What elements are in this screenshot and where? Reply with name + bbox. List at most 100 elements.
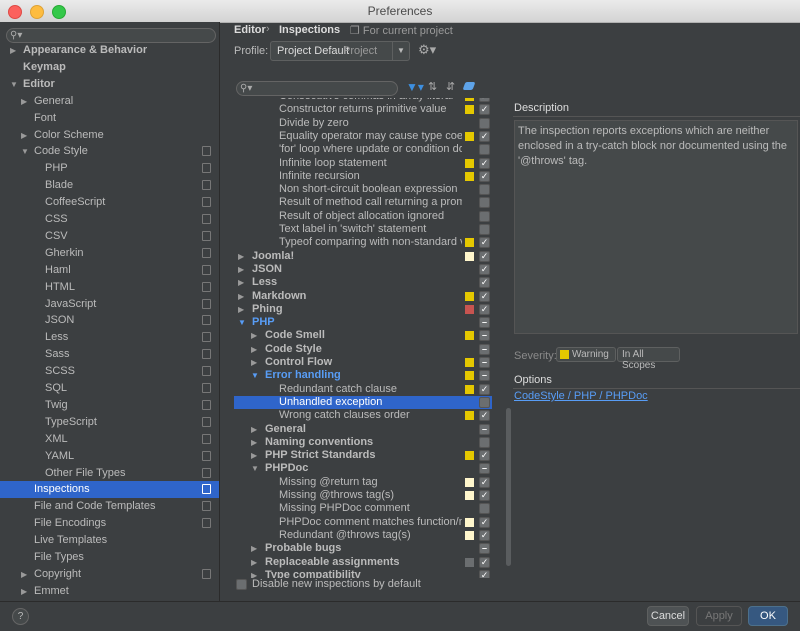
sidebar-item[interactable]: ▶ General (0, 93, 219, 110)
sidebar-item[interactable]: ▶ Appearance & Behavior (0, 42, 219, 59)
inspection-row[interactable]: Result of object allocation ignored (234, 210, 492, 223)
chevron-right-icon[interactable]: ▶ (21, 127, 27, 144)
sidebar-item[interactable]: Sass (0, 346, 219, 363)
chevron-right-icon[interactable]: ▶ (251, 436, 257, 449)
disable-new-inspections-checkbox[interactable] (236, 579, 247, 590)
inspection-row[interactable]: ▶ Markdown ✓ (234, 290, 492, 303)
sidebar-item[interactable]: XML (0, 431, 219, 448)
inspection-row[interactable]: PHPDoc comment matches function/method s… (234, 516, 492, 529)
inspection-enabled-checkbox[interactable] (479, 117, 490, 129)
sidebar-item[interactable]: Less (0, 329, 219, 346)
inspection-enabled-checkbox[interactable]: ✓ (479, 98, 490, 102)
reset-icon[interactable] (462, 82, 476, 90)
chevron-right-icon[interactable]: ▶ (10, 42, 16, 59)
inspection-enabled-checkbox[interactable]: ✓ (479, 290, 490, 302)
inspection-enabled-checkbox[interactable]: ✓ (479, 556, 490, 568)
inspection-enabled-checkbox[interactable]: ✓ (479, 277, 490, 289)
inspection-row[interactable]: ▶ Code Style – (234, 343, 492, 356)
apply-button[interactable]: Apply (696, 606, 742, 626)
inspection-enabled-checkbox[interactable]: – (479, 543, 490, 555)
inspection-row[interactable]: Result of method call returning a promis… (234, 196, 492, 209)
chevron-right-icon[interactable]: ▶ (251, 329, 257, 342)
inspection-enabled-checkbox[interactable]: ✓ (479, 490, 490, 501)
sidebar-item[interactable]: JSON (0, 312, 219, 329)
inspection-row[interactable]: ▶ Less ✓ (234, 276, 492, 289)
sidebar-item[interactable]: Twig (0, 397, 219, 414)
inspection-row[interactable]: ▶ JSON ✓ (234, 263, 492, 276)
inspection-enabled-checkbox[interactable]: ✓ (479, 170, 490, 182)
inspection-row[interactable]: ▶ Control Flow – (234, 356, 492, 369)
chevron-right-icon[interactable]: ▶ (238, 250, 244, 263)
chevron-right-icon[interactable]: ▶ (21, 583, 27, 600)
inspection-enabled-checkbox[interactable]: ✓ (479, 237, 490, 249)
chevron-right-icon[interactable]: ▶ (251, 449, 257, 462)
inspection-enabled-checkbox[interactable]: – (479, 317, 490, 329)
inspection-enabled-checkbox[interactable]: ✓ (479, 516, 490, 528)
sidebar-item[interactable]: Inspections (0, 481, 219, 499)
inspection-row[interactable]: ▶ PHP Strict Standards ✓ (234, 449, 492, 462)
cancel-button[interactable]: Cancel (647, 606, 689, 626)
inspection-row[interactable]: Missing @throws tag(s) ✓ (234, 489, 492, 502)
sidebar-item[interactable]: YAML (0, 448, 219, 465)
chevron-down-icon[interactable]: ▼ (251, 369, 259, 382)
breadcrumb-editor[interactable]: Editor (234, 24, 266, 36)
sidebar-item[interactable]: HTML (0, 279, 219, 296)
sidebar-item[interactable]: ▶ Color Scheme (0, 127, 219, 144)
inspection-row[interactable]: ▼ PHP – (234, 316, 492, 329)
inspection-enabled-checkbox[interactable] (479, 184, 490, 196)
sidebar-item[interactable]: File and Code Templates (0, 498, 219, 515)
sidebar-item[interactable]: PHP (0, 160, 219, 177)
inspection-enabled-checkbox[interactable]: ✓ (479, 157, 490, 169)
inspection-enabled-checkbox[interactable] (479, 144, 490, 156)
inspection-enabled-checkbox[interactable] (479, 503, 490, 515)
chevron-right-icon[interactable]: ▶ (238, 290, 244, 303)
sidebar-item[interactable]: SCSS (0, 363, 219, 380)
inspection-row[interactable]: ▶ Probable bugs – (234, 542, 492, 555)
chevron-down-icon[interactable]: ▼ (251, 462, 259, 475)
inspection-enabled-checkbox[interactable]: – (479, 330, 490, 342)
inspection-enabled-checkbox[interactable]: – (479, 370, 490, 382)
inspection-enabled-checkbox[interactable]: ✓ (479, 410, 490, 422)
inspection-enabled-checkbox[interactable] (479, 210, 490, 222)
inspection-row[interactable]: ▶ Type compatibility ✓ (234, 569, 492, 578)
inspection-enabled-checkbox[interactable] (479, 197, 490, 209)
scope-select[interactable]: In All Scopes (617, 347, 680, 371)
inspection-row[interactable]: ▶ Naming conventions (234, 436, 492, 449)
inspection-row[interactable]: Divide by zero (234, 117, 492, 130)
inspection-row[interactable]: ▼ PHPDoc – (234, 462, 492, 475)
chevron-right-icon[interactable]: ▶ (251, 569, 257, 578)
inspection-enabled-checkbox[interactable]: – (479, 423, 490, 435)
chevron-right-icon[interactable]: ▶ (238, 263, 244, 276)
sidebar-item[interactable]: Other File Types (0, 465, 219, 482)
inspection-enabled-checkbox[interactable]: ✓ (479, 104, 490, 116)
inspection-row[interactable]: ▶ Replaceable assignments ✓ (234, 556, 492, 569)
inspection-row[interactable]: Unhandled exception (234, 395, 492, 409)
collapse-all-icon[interactable]: ⇵ (446, 80, 455, 93)
sidebar-item[interactable]: File Types (0, 549, 219, 566)
inspection-enabled-checkbox[interactable]: – (479, 343, 490, 355)
inspection-row[interactable]: ▼ Error handling – (234, 369, 492, 382)
inspection-enabled-checkbox[interactable]: – (479, 357, 490, 368)
settings-search-input[interactable]: ⚲▾ (6, 28, 216, 43)
inspection-enabled-checkbox[interactable] (479, 396, 490, 408)
inspection-row[interactable]: Missing @return tag ✓ (234, 476, 492, 489)
inspection-search-input[interactable]: ⚲▾ (236, 81, 398, 96)
inspection-row[interactable]: Equality operator may cause type coercio… (234, 130, 492, 143)
inspection-row[interactable]: Non short-circuit boolean expression (234, 183, 492, 196)
chevron-right-icon[interactable]: ▶ (238, 303, 244, 316)
chevron-right-icon[interactable]: ▶ (251, 343, 257, 356)
inspection-row[interactable]: Redundant @throws tag(s) ✓ (234, 529, 492, 542)
inspection-row[interactable]: ▶ Code Smell – (234, 329, 492, 342)
inspection-enabled-checkbox[interactable]: ✓ (479, 303, 490, 315)
sidebar-item[interactable]: CSS (0, 211, 219, 228)
sidebar-item[interactable]: Font (0, 110, 219, 127)
scrollbar-thumb[interactable] (506, 408, 511, 566)
sidebar-item[interactable]: ▼ Code Style (0, 143, 219, 160)
sidebar-item[interactable]: ▶ Copyright (0, 566, 219, 583)
chevron-right-icon[interactable]: ▶ (251, 556, 257, 569)
inspection-row[interactable]: Missing PHPDoc comment (234, 502, 492, 515)
inspection-enabled-checkbox[interactable]: ✓ (479, 476, 490, 488)
inspection-row[interactable]: Infinite recursion ✓ (234, 170, 492, 183)
inspection-enabled-checkbox[interactable]: – (479, 463, 490, 475)
inspection-enabled-checkbox[interactable]: ✓ (479, 250, 490, 262)
